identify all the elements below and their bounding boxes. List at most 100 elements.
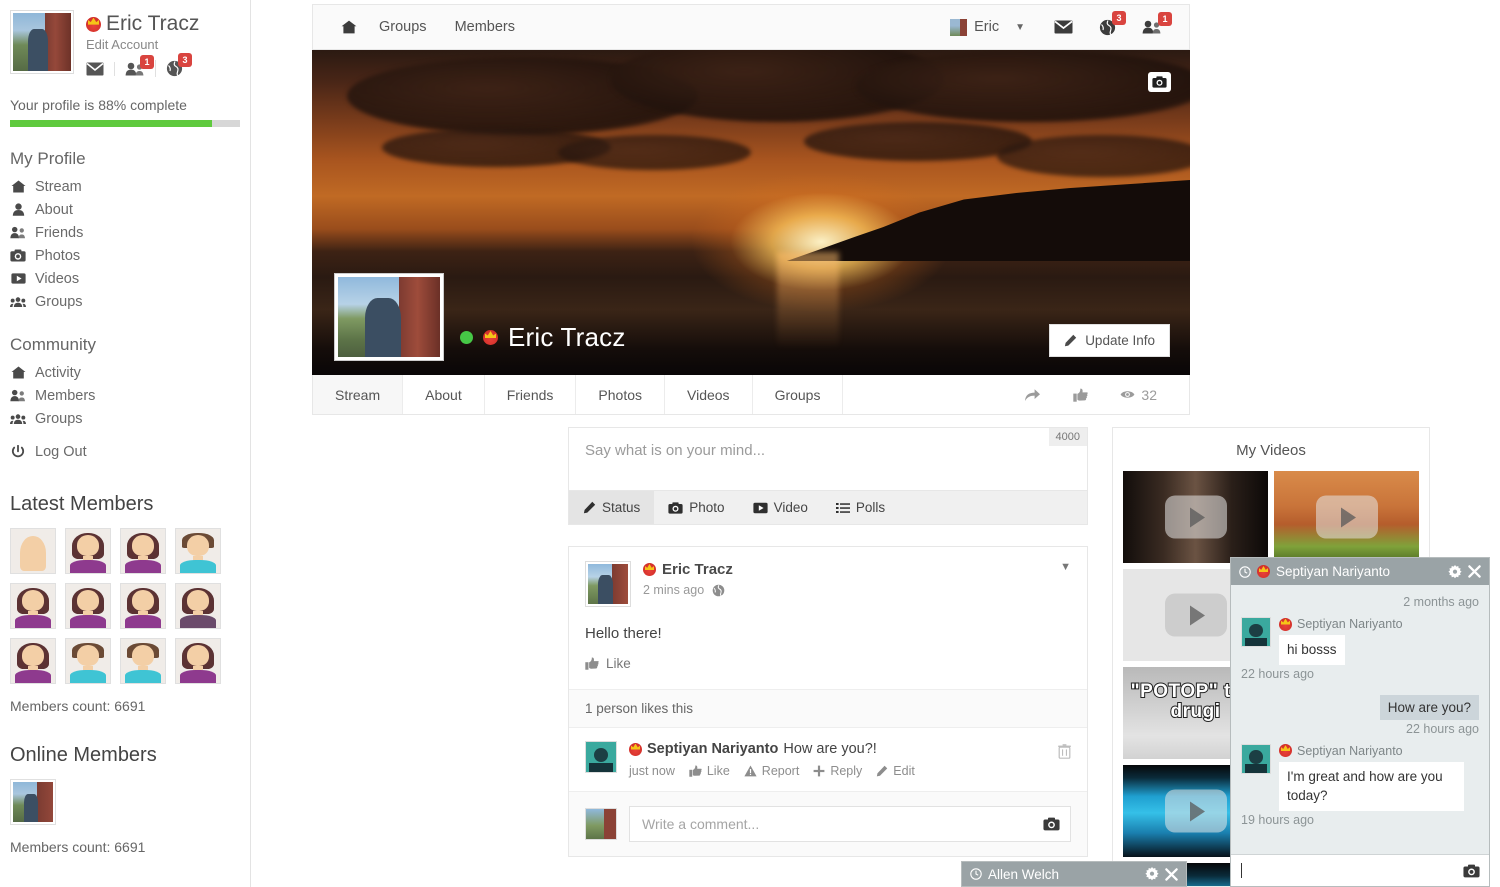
chat-message-list[interactable]: 2 months ago Septiyan Nariyanto hi bosss… (1231, 585, 1489, 854)
video-icon (752, 502, 768, 514)
comment-edit-button[interactable]: Edit (876, 764, 915, 778)
camera-icon[interactable] (1148, 72, 1171, 92)
composer-tool-video[interactable]: Video (739, 491, 822, 524)
tab-groups[interactable]: Groups (753, 375, 844, 414)
comment-input[interactable]: Write a comment... (629, 806, 1071, 842)
thumbs-up-icon (585, 657, 599, 670)
comment-report-button[interactable]: Report (744, 764, 799, 778)
composer-tool-polls[interactable]: Polls (822, 491, 899, 524)
post-like-button[interactable]: Like (585, 656, 631, 671)
edit-account-link[interactable]: Edit Account (86, 37, 199, 52)
video-thumbnail[interactable] (1123, 471, 1268, 563)
globe-icon[interactable]: 3 (1086, 10, 1129, 36)
comment-author[interactable]: Septiyan Nariyanto (647, 741, 778, 757)
gear-icon[interactable] (1145, 867, 1159, 881)
comment-reply-button[interactable]: Reply (813, 764, 862, 778)
post-actions: Like (569, 656, 1087, 689)
top-navigation-bar: Groups Members Eric ▼ 3 1 (312, 4, 1190, 50)
nav-link-groups[interactable]: Groups (365, 19, 441, 35)
chevron-down-icon[interactable]: ▼ (1060, 561, 1071, 573)
post-author-name[interactable]: Eric Tracz (662, 561, 733, 578)
sidebar-item-friends[interactable]: Friends (10, 221, 240, 244)
globe-icon (712, 584, 725, 597)
camera-icon[interactable] (1463, 864, 1480, 878)
update-info-label: Update Info (1085, 333, 1155, 348)
chat-message-sender: Septiyan Nariyanto (1297, 617, 1403, 631)
post-timestamp-row: 2 mins ago (643, 583, 733, 597)
composer-textarea[interactable]: Say what is on your mind... 4000 (569, 428, 1087, 490)
gear-icon[interactable] (1448, 564, 1462, 579)
member-avatar[interactable] (10, 528, 56, 575)
online-member-avatar[interactable] (10, 779, 56, 826)
member-avatar[interactable] (120, 528, 166, 575)
envelope-icon[interactable] (86, 62, 114, 76)
user-menu-button[interactable]: Eric (950, 18, 1005, 36)
trash-icon[interactable] (1058, 744, 1071, 759)
sidebar-item-members[interactable]: Members (10, 384, 240, 407)
chat-message-incoming: Septiyan Nariyanto hi bosss (1241, 617, 1479, 665)
composer-tool-photo[interactable]: Photo (654, 491, 738, 524)
sidebar-item-stream[interactable]: Stream (10, 175, 240, 198)
profile-name-text: Eric Tracz (106, 12, 200, 35)
profile-picture[interactable] (334, 273, 444, 361)
avatar[interactable] (585, 741, 617, 773)
chat-timestamp: 22 hours ago (1406, 721, 1479, 736)
close-icon[interactable] (1165, 867, 1178, 881)
left-sidebar: Eric Tracz Edit Account 1 3 Your profile… (0, 0, 251, 887)
chat-window-header[interactable]: Septiyan Nariyanto (1231, 558, 1489, 585)
video-thumbnail[interactable] (1274, 471, 1419, 563)
sidebar-item-groups[interactable]: Groups (10, 290, 240, 313)
cover-display-name: Eric Tracz (508, 322, 626, 352)
member-avatar[interactable] (175, 583, 221, 630)
pencil-icon (583, 501, 596, 514)
home-icon[interactable] (327, 20, 365, 34)
sidebar-item-community-groups[interactable]: Groups (10, 407, 240, 430)
chat-message-sender: Septiyan Nariyanto (1297, 743, 1403, 758)
member-avatar[interactable] (65, 638, 111, 685)
chat-bubble: I'm great and how are you today? (1279, 761, 1464, 811)
comment-text: How are you?! (783, 741, 877, 757)
chat-bar-allen-welch[interactable]: Allen Welch (961, 861, 1187, 887)
share-icon[interactable] (1008, 388, 1057, 402)
sidebar-item-label: Activity (35, 364, 81, 381)
member-avatar[interactable] (10, 638, 56, 685)
friends-icon[interactable]: 1 (114, 54, 155, 76)
sidebar-item-photos[interactable]: Photos (10, 244, 240, 267)
member-avatar[interactable] (175, 528, 221, 575)
comment-item: Septiyan Nariyanto How are you?! just no… (569, 727, 1087, 791)
member-avatar[interactable] (10, 583, 56, 630)
composer-tool-status[interactable]: Status (569, 491, 655, 524)
avatar[interactable] (585, 561, 631, 607)
rank-badge-icon (1279, 744, 1292, 758)
tab-videos[interactable]: Videos (665, 375, 753, 414)
pencil-icon (1064, 334, 1077, 347)
member-avatar[interactable] (65, 583, 111, 630)
update-info-button[interactable]: Update Info (1049, 324, 1170, 357)
sidebar-item-about[interactable]: About (10, 198, 240, 221)
sidebar-item-videos[interactable]: Videos (10, 267, 240, 290)
chat-bubble: hi bosss (1279, 635, 1345, 665)
comment-like-button[interactable]: Like (689, 764, 730, 778)
envelope-icon[interactable] (1041, 20, 1086, 34)
tab-photos[interactable]: Photos (576, 375, 665, 414)
close-icon[interactable] (1468, 565, 1481, 578)
tab-about[interactable]: About (403, 375, 485, 414)
post-like-label: Like (606, 656, 631, 671)
member-avatar[interactable] (65, 528, 111, 575)
nav-link-members[interactable]: Members (441, 19, 529, 35)
chat-input-row[interactable] (1231, 854, 1489, 886)
member-avatar[interactable] (175, 638, 221, 685)
tab-stream[interactable]: Stream (313, 375, 404, 414)
tab-friends[interactable]: Friends (485, 375, 577, 414)
globe-icon[interactable]: 3 (155, 53, 193, 78)
sidebar-item-logout[interactable]: Log Out (10, 440, 240, 463)
avatar[interactable] (10, 10, 74, 74)
section-title-community: Community (10, 335, 96, 355)
member-avatar[interactable] (120, 638, 166, 685)
chevron-down-icon[interactable]: ▼ (1015, 22, 1025, 33)
friends-icon[interactable]: 1 (1129, 12, 1175, 34)
member-avatar[interactable] (120, 583, 166, 630)
camera-icon[interactable] (1043, 817, 1060, 831)
thumbs-up-icon[interactable] (1057, 388, 1104, 402)
sidebar-item-activity[interactable]: Activity (10, 361, 240, 384)
